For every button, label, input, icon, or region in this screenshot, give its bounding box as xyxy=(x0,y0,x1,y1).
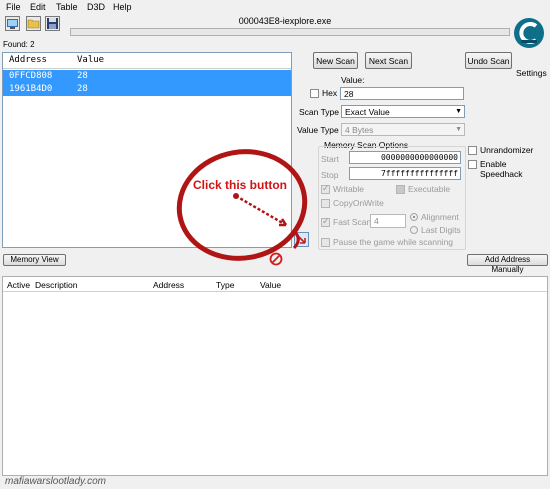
column-address[interactable]: Address xyxy=(153,280,184,290)
enable-speedhack-checkbox[interactable] xyxy=(468,160,477,169)
value-type-selected: 4 Bytes xyxy=(345,125,374,135)
pause-game-checkbox[interactable] xyxy=(321,238,330,247)
fast-scan-input[interactable]: 4 xyxy=(370,214,406,228)
row-value: 28 xyxy=(77,71,88,81)
found-count: Found: 2 xyxy=(3,40,35,49)
stop-address-input[interactable]: 7fffffffffffffff xyxy=(349,167,461,180)
row-address: 0FFCD808 xyxy=(9,71,53,81)
writable-label: Writable xyxy=(333,184,365,194)
menu-help[interactable]: Help xyxy=(113,2,132,12)
unrandomizer-label: Unrandomizer xyxy=(480,145,534,155)
select-process-icon xyxy=(7,19,18,29)
table-row[interactable]: 0FFCD808 28 xyxy=(3,70,291,83)
open-file-button[interactable] xyxy=(26,16,41,31)
hex-checkbox[interactable] xyxy=(310,89,319,98)
alignment-label: Alignment xyxy=(421,212,459,222)
copy-on-write-label: CopyOnWrite xyxy=(333,198,384,208)
start-label: Start xyxy=(321,154,339,164)
settings-link[interactable]: Settings xyxy=(516,68,547,78)
annotation-circle xyxy=(176,149,308,261)
value-input[interactable]: 28 xyxy=(340,87,464,100)
address-list-header: Active Description Address Type Value xyxy=(3,277,547,292)
value-type-label: Value Type xyxy=(297,125,339,135)
menu-edit[interactable]: Edit xyxy=(30,2,46,12)
save-disk-icon xyxy=(47,18,58,29)
clear-list-icon[interactable] xyxy=(269,252,283,266)
enable-speedhack-label: Enable Speedhack xyxy=(480,159,523,179)
annotation-text: Click this button xyxy=(193,178,287,192)
chevron-down-icon: ▼ xyxy=(455,108,462,115)
address-list[interactable]: Active Description Address Type Value xyxy=(2,276,548,476)
save-button[interactable] xyxy=(45,16,60,31)
table-row[interactable]: 1961B4D0 28 xyxy=(3,83,291,96)
add-address-manually-button[interactable]: Add Address Manually xyxy=(467,254,548,274)
column-address[interactable]: Address xyxy=(9,55,47,65)
last-digits-label: Last Digits xyxy=(421,225,461,235)
column-value[interactable]: Value xyxy=(77,55,104,65)
memory-view-button[interactable]: Memory View xyxy=(3,254,66,266)
menu-table[interactable]: Table xyxy=(56,2,78,12)
new-scan-button[interactable]: New Scan xyxy=(313,52,358,69)
scan-type-label: Scan Type xyxy=(299,107,340,117)
column-description[interactable]: Description xyxy=(35,280,78,290)
scan-type-select[interactable]: Exact Value ▼ xyxy=(341,105,465,118)
executable-checkbox[interactable] xyxy=(396,185,405,194)
results-header: Address Value xyxy=(3,53,291,69)
hex-label: Hex xyxy=(322,88,338,98)
menu-d3d[interactable]: D3D xyxy=(87,2,105,12)
process-title: 000043E8-iexplore.exe xyxy=(238,16,332,26)
menu-bar: File Edit Table D3D Help xyxy=(0,0,550,13)
fast-scan-label: Fast Scan xyxy=(333,217,372,227)
select-process-button[interactable] xyxy=(5,16,20,31)
cheat-engine-logo-icon[interactable] xyxy=(512,16,546,50)
undo-scan-button[interactable]: Undo Scan xyxy=(465,52,512,69)
menu-file[interactable]: File xyxy=(6,2,21,12)
last-digits-radio[interactable] xyxy=(410,226,418,234)
executable-label: Executable xyxy=(408,184,451,194)
chevron-down-icon: ▼ xyxy=(455,126,462,133)
stop-label: Stop xyxy=(321,170,339,180)
writable-checkbox[interactable] xyxy=(321,183,330,194)
watermark-text: mafiawarslootlady.com xyxy=(5,476,106,487)
next-scan-button[interactable]: Next Scan xyxy=(365,52,412,69)
scan-type-selected: Exact Value xyxy=(345,107,390,117)
unrandomizer-checkbox[interactable] xyxy=(468,146,477,155)
value-label: Value: xyxy=(341,75,365,85)
column-value[interactable]: Value xyxy=(260,280,281,290)
copy-on-write-checkbox[interactable] xyxy=(321,199,330,208)
row-value: 28 xyxy=(77,84,88,94)
start-address-input[interactable]: 0000000000000000 xyxy=(349,151,461,164)
scan-progress-bar xyxy=(70,28,510,36)
row-address: 1961B4D0 xyxy=(9,84,53,94)
column-active[interactable]: Active xyxy=(7,280,30,290)
open-folder-icon xyxy=(27,19,40,29)
alignment-radio[interactable] xyxy=(410,213,418,221)
value-type-select[interactable]: 4 Bytes ▼ xyxy=(341,123,465,136)
fast-scan-checkbox[interactable] xyxy=(321,216,330,227)
pause-game-label: Pause the game while scanning xyxy=(333,237,454,247)
column-type[interactable]: Type xyxy=(216,280,234,290)
